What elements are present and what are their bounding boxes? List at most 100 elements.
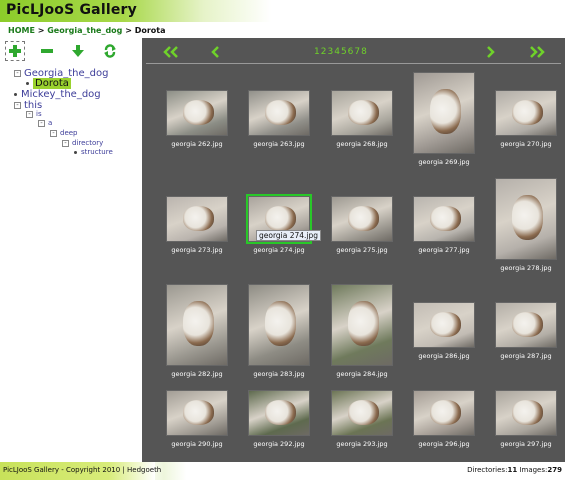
thumbnail-image[interactable] <box>166 90 228 136</box>
thumbnail-image[interactable] <box>248 90 310 136</box>
thumbnail-caption: georgia 283.jpg <box>253 370 305 378</box>
thumbnail-item[interactable]: georgia 263.jpg <box>238 72 320 170</box>
thumbnail-caption: georgia 297.jpg <box>500 440 552 448</box>
thumbnail-item[interactable]: georgia 275.jpg <box>321 178 403 276</box>
thumbnail-image[interactable] <box>495 390 557 436</box>
bullet-icon <box>14 93 17 96</box>
sidebar-toolbar <box>0 41 142 63</box>
thumbnail-item[interactable]: georgia 268.jpg <box>321 72 403 170</box>
thumbnail-image[interactable] <box>413 196 475 242</box>
dog-photo <box>348 100 379 125</box>
next-page-button[interactable] <box>484 44 496 60</box>
thumbnail-image[interactable] <box>248 284 310 366</box>
thumbnail-item[interactable]: georgia 274.jpg <box>238 178 320 276</box>
thumbnail-caption: georgia 287.jpg <box>500 352 552 360</box>
thumbnail-image[interactable] <box>331 196 393 242</box>
tree-node[interactable]: - is <box>26 110 42 118</box>
refresh-button[interactable] <box>100 41 120 61</box>
breadcrumb-folder-link[interactable]: Georgia_the_dog <box>47 26 122 35</box>
thumbnail-item[interactable]: georgia 278.jpg <box>485 178 565 276</box>
last-page-button[interactable] <box>528 44 546 60</box>
tree-node[interactable]: Mickey_the_dog <box>14 89 101 100</box>
download-button[interactable] <box>68 41 88 61</box>
dog-photo <box>265 100 296 125</box>
collapse-icon: - <box>38 118 45 127</box>
thumbnail-item[interactable]: georgia 273.jpg <box>156 178 238 276</box>
minus-icon <box>41 49 53 53</box>
page-number-link[interactable]: 3 <box>327 47 333 57</box>
dog-photo <box>183 100 214 125</box>
dog-photo <box>265 301 296 346</box>
first-page-button[interactable] <box>162 44 180 60</box>
thumbnail-image[interactable] <box>413 72 475 154</box>
dog-photo <box>512 312 543 337</box>
page-number-link[interactable]: 1 <box>314 47 320 57</box>
prev-page-button[interactable] <box>210 44 222 60</box>
dog-photo <box>348 301 379 346</box>
thumbnail-caption: georgia 273.jpg <box>171 246 223 254</box>
thumbnail-item[interactable]: georgia 286.jpg <box>403 284 485 382</box>
chevron-right-icon <box>487 46 495 58</box>
thumbnail-item[interactable]: georgia 284.jpg <box>321 284 403 382</box>
collapse-icon: - <box>14 69 21 77</box>
thumbnail-item[interactable]: georgia 287.jpg <box>485 284 565 382</box>
thumbnail-item[interactable]: georgia 282.jpg <box>156 284 238 382</box>
thumbnail-image[interactable] <box>413 390 475 436</box>
tree-node[interactable]: - directory <box>62 139 103 147</box>
page-numbers: 12345678 <box>314 47 367 57</box>
page-number-link[interactable]: 5 <box>341 47 347 57</box>
thumbnail-caption: georgia 269.jpg <box>418 158 470 166</box>
collapse-icon: - <box>14 101 21 109</box>
thumbnail-caption: georgia 275.jpg <box>336 246 388 254</box>
add-folder-button[interactable] <box>5 41 25 61</box>
dog-photo <box>183 301 214 346</box>
chevron-left-icon <box>211 46 219 58</box>
directories-label: Directories: <box>467 466 508 474</box>
thumbnail-image[interactable] <box>248 390 310 436</box>
thumbnail-image[interactable] <box>413 302 475 348</box>
page-number-link[interactable]: 7 <box>354 47 360 57</box>
thumbnail-caption: georgia 296.jpg <box>418 440 470 448</box>
page-number-link[interactable]: 6 <box>348 47 354 57</box>
title-bar: PicLJooS Gallery <box>0 0 565 22</box>
tree-node-label: Mickey_the_dog <box>21 89 101 100</box>
remove-folder-button[interactable] <box>37 41 57 61</box>
tree-node[interactable]: - deep <box>50 129 78 137</box>
tree-node[interactable]: Dorota <box>26 78 71 89</box>
page-number-link[interactable]: 2 <box>321 47 327 57</box>
pager-divider <box>146 63 561 64</box>
thumbnail-image[interactable] <box>331 284 393 366</box>
collapse-icon: - <box>26 109 33 118</box>
tree-node[interactable]: structure <box>74 148 113 156</box>
tree-node[interactable]: -a <box>38 119 52 127</box>
thumbnail-caption: georgia 293.jpg <box>336 440 388 448</box>
dog-photo <box>430 312 461 337</box>
gallery-panel: 12345678 georgia 262.jpg georgia 263.jpg g… <box>142 38 565 462</box>
bullet-icon <box>74 150 77 154</box>
thumbnail-image[interactable] <box>331 390 393 436</box>
thumbnail-item[interactable]: georgia 277.jpg <box>403 178 485 276</box>
page-number-link[interactable]: 4 <box>334 47 340 57</box>
tree-node-label: directory <box>72 139 104 147</box>
thumbnail-caption: georgia 263.jpg <box>253 140 305 148</box>
thumbnail-caption: georgia 286.jpg <box>418 352 470 360</box>
thumbnail-image[interactable] <box>166 390 228 436</box>
thumbnail-item[interactable]: georgia 269.jpg <box>403 72 485 170</box>
thumbnail-item[interactable]: georgia 283.jpg <box>238 284 320 382</box>
thumbnail-caption: georgia 268.jpg <box>336 140 388 148</box>
thumbnail-image[interactable] <box>166 196 228 242</box>
tree-node-label: Dorota <box>33 78 71 89</box>
dog-photo <box>183 206 214 231</box>
dog-photo <box>265 400 296 425</box>
thumbnail-item[interactable]: georgia 262.jpg <box>156 72 238 170</box>
page-number-link[interactable]: 8 <box>361 47 367 57</box>
thumbnail-image[interactable] <box>495 302 557 348</box>
images-label: Images: <box>519 466 548 474</box>
thumbnail-caption: georgia 284.jpg <box>336 370 388 378</box>
thumbnail-image[interactable] <box>495 178 557 260</box>
thumbnail-image[interactable] <box>495 90 557 136</box>
thumbnail-image[interactable] <box>331 90 393 136</box>
breadcrumb-home-link[interactable]: HOME <box>8 26 35 35</box>
thumbnail-item[interactable]: georgia 270.jpg <box>485 72 565 170</box>
thumbnail-image[interactable] <box>166 284 228 366</box>
